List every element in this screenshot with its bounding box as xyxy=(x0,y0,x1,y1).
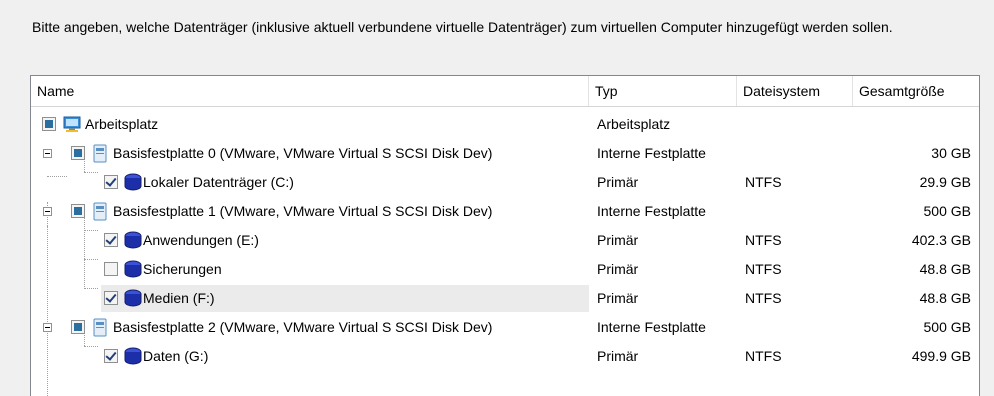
tree-row-volume[interactable]: Anwendungen (E:) Primär NTFS 402.3 GB xyxy=(31,226,979,255)
size-cell: 48.8 GB xyxy=(919,261,971,277)
volume-icon xyxy=(124,173,142,191)
tree-row-label: Daten (G:) xyxy=(143,348,209,364)
size-cell: 29.9 GB xyxy=(919,174,971,190)
filesystem-cell: NTFS xyxy=(745,348,782,364)
tree-row-label: Sicherungen xyxy=(143,261,222,277)
type-cell: Primär xyxy=(597,290,639,306)
instruction-text: Bitte angeben, welche Datenträger (inklu… xyxy=(32,19,893,35)
checkbox[interactable] xyxy=(104,175,118,189)
column-header-type[interactable]: Typ xyxy=(589,76,737,106)
filesystem-cell: NTFS xyxy=(745,174,782,190)
type-cell: Arbeitsplatz xyxy=(597,116,671,132)
tree-row-volume-hovered[interactable]: Medien (F:) Primär NTFS 48.8 GB xyxy=(31,284,979,313)
column-header-name[interactable]: Name xyxy=(31,76,589,106)
tree-row-disk[interactable]: Basisfestplatte 1 (VMware, VMware Virtua… xyxy=(31,197,979,226)
filesystem-cell: NTFS xyxy=(745,261,782,277)
tree-row-volume[interactable]: Lokaler Datenträger (C:) Primär NTFS 29.… xyxy=(31,168,979,197)
tree-row-label: Basisfestplatte 2 (VMware, VMware Virtua… xyxy=(113,319,493,335)
hard-disk-icon xyxy=(93,144,107,163)
filesystem-cell: NTFS xyxy=(745,232,782,248)
volume-icon xyxy=(124,260,142,278)
filesystem-cell: NTFS xyxy=(745,290,782,306)
checkbox[interactable] xyxy=(104,262,118,276)
disk-tree-list[interactable]: Name Typ Dateisystem Gesamtgröße Arbeits… xyxy=(30,75,980,396)
tree-row-computer[interactable]: Arbeitsplatz Arbeitsplatz xyxy=(31,110,979,139)
tree-row-disk[interactable]: Basisfestplatte 0 (VMware, VMware Virtua… xyxy=(31,139,979,168)
type-cell: Interne Festplatte xyxy=(597,145,706,161)
volume-icon xyxy=(124,347,142,365)
tree-row-label: Anwendungen (E:) xyxy=(143,232,259,248)
type-cell: Primär xyxy=(597,261,639,277)
checkbox[interactable] xyxy=(104,349,118,363)
tree-row-volume[interactable]: Sicherungen Primär NTFS 48.8 GB xyxy=(31,255,979,284)
type-cell: Primär xyxy=(597,232,639,248)
partial-checkbox[interactable] xyxy=(71,320,85,334)
tree-row-label: Basisfestplatte 0 (VMware, VMware Virtua… xyxy=(113,145,493,161)
type-cell: Primär xyxy=(597,174,639,190)
type-cell: Interne Festplatte xyxy=(597,203,706,219)
size-cell: 500 GB xyxy=(923,319,971,335)
type-cell: Interne Festplatte xyxy=(597,319,706,335)
partial-checkbox[interactable] xyxy=(42,117,56,131)
size-cell: 499.9 GB xyxy=(911,348,971,364)
computer-icon xyxy=(63,116,81,132)
tree-row-label: Arbeitsplatz xyxy=(85,116,159,132)
column-header-row: Name Typ Dateisystem Gesamtgröße xyxy=(31,76,979,107)
column-header-total-size[interactable]: Gesamtgröße xyxy=(853,76,979,106)
tree-row-label: Basisfestplatte 1 (VMware, VMware Virtua… xyxy=(113,203,493,219)
checkbox[interactable] xyxy=(104,291,118,305)
size-cell: 30 GB xyxy=(931,145,971,161)
size-cell: 48.8 GB xyxy=(919,290,971,306)
collapse-toggle[interactable] xyxy=(43,207,52,216)
partial-checkbox[interactable] xyxy=(71,146,85,160)
partial-checkbox[interactable] xyxy=(71,204,85,218)
column-header-filesystem[interactable]: Dateisystem xyxy=(737,76,853,106)
collapse-toggle[interactable] xyxy=(43,149,52,158)
hard-disk-icon xyxy=(93,202,107,221)
type-cell: Primär xyxy=(597,348,639,364)
tree-row-label: Lokaler Datenträger (C:) xyxy=(143,174,294,190)
volume-icon xyxy=(124,231,142,249)
size-cell: 500 GB xyxy=(923,203,971,219)
collapse-toggle[interactable] xyxy=(43,323,52,332)
checkbox[interactable] xyxy=(104,233,118,247)
size-cell: 402.3 GB xyxy=(911,232,971,248)
hard-disk-icon xyxy=(93,318,107,337)
tree-row-disk[interactable]: Basisfestplatte 2 (VMware, VMware Virtua… xyxy=(31,313,979,342)
volume-icon xyxy=(124,289,142,307)
tree-row-label: Medien (F:) xyxy=(143,290,215,306)
tree-row-volume[interactable]: Daten (G:) Primär NTFS 499.9 GB xyxy=(31,342,979,371)
